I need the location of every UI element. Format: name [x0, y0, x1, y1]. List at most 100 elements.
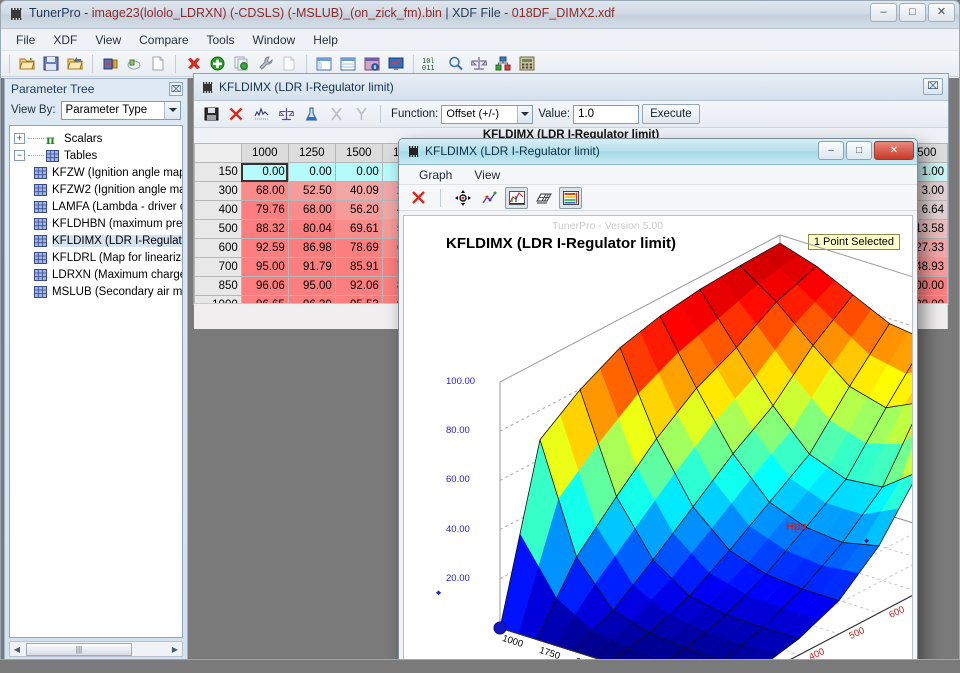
parameter-tree-list[interactable]: + π Scalars − Tables KFZW (Ignition angl… [9, 125, 183, 638]
tree-item-kfldimx[interactable]: KFLDIMX (LDR I-Regulato [14, 232, 182, 249]
window-info-icon[interactable] [361, 53, 383, 75]
table-view-icon[interactable] [313, 53, 335, 75]
graph-2d-icon[interactable] [250, 103, 272, 125]
grid-cell[interactable]: 96.06 [240, 276, 289, 296]
grid-cell[interactable]: 92.06 [334, 276, 383, 296]
column-header[interactable]: 1500 [334, 143, 383, 163]
graph-menu-graph[interactable]: Graph [409, 167, 462, 183]
collapse-icon[interactable]: − [14, 150, 25, 161]
expand-icon[interactable]: + [14, 133, 25, 144]
grid-cell[interactable]: 95.00 [240, 257, 289, 277]
delete-red-x-icon[interactable] [182, 53, 204, 75]
list-view-icon[interactable] [337, 53, 359, 75]
open-bin-icon[interactable] [64, 53, 86, 75]
z-axis-right-symbol[interactable]: ⌖ [864, 536, 869, 547]
network-icon[interactable] [492, 53, 514, 75]
wrench-icon[interactable] [254, 53, 276, 75]
row-header[interactable]: 1000 [194, 295, 242, 303]
grid-cell[interactable]: 88.32 [240, 219, 289, 239]
grid-cell[interactable]: 91.79 [287, 257, 336, 277]
row-header[interactable]: 500 [194, 219, 242, 239]
grid-cell[interactable]: 86.98 [287, 238, 336, 258]
surface-plot[interactable] [404, 216, 913, 660]
tree-node-scalars[interactable]: + π Scalars [14, 130, 182, 147]
grid-cell[interactable]: 68.00 [287, 200, 336, 220]
row-header[interactable]: 150 [194, 162, 242, 182]
row-header[interactable]: 850 [194, 276, 242, 296]
minimize-button[interactable]: – [870, 3, 897, 22]
wireframe-icon[interactable] [532, 187, 555, 209]
grid-cell[interactable]: 96.39 [287, 295, 336, 303]
row-header[interactable]: 600 [194, 238, 242, 258]
maximize-button[interactable]: □ [899, 3, 926, 22]
tree-item-kfzw[interactable]: KFZW (Ignition angle map [14, 164, 182, 181]
tree-item-kfldrl[interactable]: KFLDRL (Map for lineariza [14, 249, 182, 266]
grid-cell[interactable]: 68.00 [240, 181, 289, 201]
graph-maximize-button[interactable]: □ [846, 141, 872, 160]
parameter-tree-close-icon[interactable]: ⌧ [169, 82, 183, 96]
menu-item-xdf[interactable]: XDF [44, 31, 86, 49]
graph-minimize-button[interactable]: – [818, 141, 844, 160]
menu-item-view[interactable]: View [86, 31, 130, 49]
grid-cell[interactable]: 0.00 [240, 162, 289, 182]
compare-scales-icon[interactable] [468, 53, 490, 75]
search-magnifier-icon[interactable] [444, 53, 466, 75]
grid-cell[interactable]: 69.61 [334, 219, 383, 239]
column-header[interactable]: 1250 [287, 143, 336, 163]
graph-close-button[interactable]: ✕ [874, 141, 914, 160]
tree-node-tables[interactable]: − Tables [14, 147, 182, 164]
calculator-icon[interactable] [516, 53, 538, 75]
parameter-tree-horizontal-scrollbar[interactable]: ◀ ||| ▶ [9, 641, 183, 657]
flask-icon[interactable] [300, 103, 322, 125]
grid-cell[interactable]: 85.91 [334, 257, 383, 277]
grid-cell[interactable]: 78.69 [334, 238, 383, 258]
download-icon[interactable] [123, 53, 145, 75]
function-select[interactable]: Offset (+/-) [441, 104, 534, 124]
tree-item-mslub[interactable]: MSLUB (Secondary air ma [14, 283, 182, 300]
grid-cell[interactable]: 0.00 [334, 162, 383, 182]
surface-graph-icon[interactable] [505, 186, 528, 209]
surface-chart-canvas[interactable]: TunerPro - Version 5.00 KFLDIMX (LDR I-R… [403, 215, 913, 660]
menu-item-compare[interactable]: Compare [130, 31, 197, 49]
graph-monitor-icon[interactable] [385, 53, 407, 75]
row-header[interactable]: 700 [194, 257, 242, 277]
copy-green-icon[interactable] [230, 53, 252, 75]
execute-button[interactable]: Execute [642, 104, 700, 124]
row-header[interactable]: 300 [194, 181, 242, 201]
new-document-icon[interactable] [147, 53, 169, 75]
z-axis-left-symbol[interactable]: ⌖ [436, 588, 441, 599]
save-table-icon[interactable] [200, 103, 222, 125]
value-input[interactable]: 1.0 [573, 104, 640, 124]
revert-red-x-icon[interactable] [225, 103, 247, 125]
graph-menu-view[interactable]: View [464, 167, 510, 183]
chevron-down-icon[interactable] [517, 105, 533, 123]
grid-cell[interactable]: 56.20 [334, 200, 383, 220]
scroll-right-arrow-icon[interactable]: ▶ [168, 645, 182, 654]
view-by-select[interactable]: Parameter Type [60, 100, 181, 120]
close-red-x-icon[interactable] [407, 187, 430, 209]
points-line-icon[interactable] [478, 187, 501, 209]
tree-item-kfldhbn[interactable]: KFLDHBN (maximum press [14, 215, 182, 232]
hex-binary-icon[interactable]: 10l 011 [420, 53, 442, 75]
menu-item-help[interactable]: Help [304, 31, 347, 49]
grid-cell[interactable]: 40.09 [334, 181, 383, 201]
move-rotate-icon[interactable] [451, 187, 474, 209]
tree-item-lamfa[interactable]: LAMFA (Lambda - driver c [14, 198, 182, 215]
grid-cell[interactable]: 79.76 [240, 200, 289, 220]
color-legend-icon[interactable] [559, 186, 582, 209]
grid-cell[interactable]: 80.04 [287, 219, 336, 239]
chevron-down-icon[interactable] [164, 101, 180, 119]
row-header[interactable]: 400 [194, 200, 242, 220]
scrollbar-thumb[interactable]: ||| [26, 642, 132, 656]
add-green-plus-icon[interactable] [206, 53, 228, 75]
menu-item-tools[interactable]: Tools [198, 31, 244, 49]
grid-cell[interactable]: 0.00 [287, 162, 336, 182]
close-button[interactable]: ✕ [928, 3, 955, 22]
menu-item-file[interactable]: File [7, 31, 44, 49]
compare-scales-icon[interactable] [275, 103, 297, 125]
grid-cell[interactable]: 52.50 [287, 181, 336, 201]
scroll-left-arrow-icon[interactable]: ◀ [10, 645, 24, 654]
tree-item-ldrxn[interactable]: LDRXN (Maximum charge [14, 266, 182, 283]
upload-icon[interactable] [99, 53, 121, 75]
grid-cell[interactable]: 95.00 [287, 276, 336, 296]
